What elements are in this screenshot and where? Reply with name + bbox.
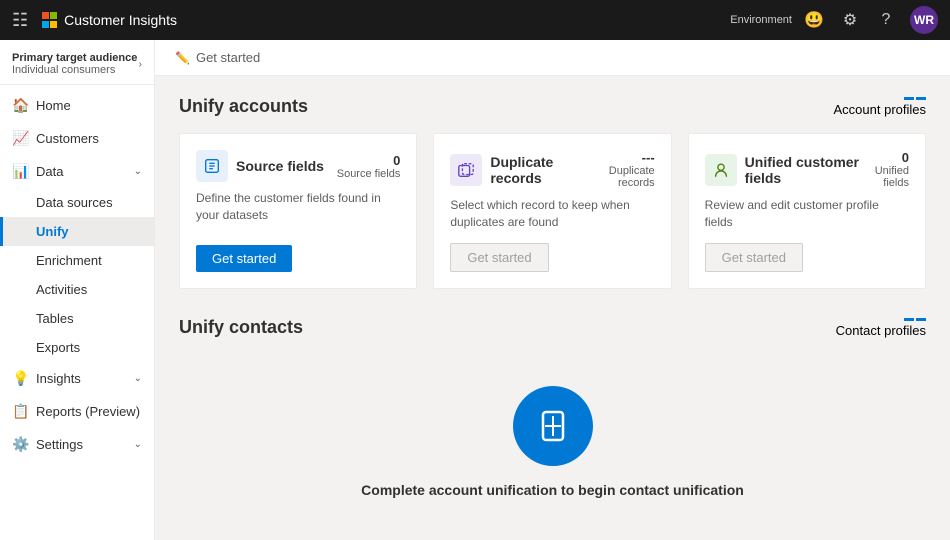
contacts-placeholder: Complete account unification to begin co…	[179, 354, 926, 514]
sidebar-item-label: Data	[36, 164, 126, 179]
sidebar-item-reports[interactable]: 📋 Reports (Preview)	[0, 395, 154, 428]
sidebar-item-label: Insights	[36, 371, 126, 386]
duplicate-records-icon	[450, 154, 482, 186]
source-fields-description: Define the customer fields found in your…	[196, 190, 400, 233]
sidebar-item-label: Settings	[36, 437, 126, 452]
unify-contacts-header: Unify contacts Contact profiles	[179, 317, 926, 338]
breadcrumb-bar: ✏️ Get started	[155, 40, 950, 76]
primary-audience-sub: Individual consumers	[12, 64, 137, 76]
sidebar-item-settings[interactable]: ⚙️ Settings ⌄	[0, 428, 154, 461]
unified-fields-count: 0	[859, 150, 909, 165]
data-sources-label: Data sources	[36, 195, 113, 210]
sidebar-item-customers[interactable]: 📈 Customers	[0, 122, 154, 155]
account-profiles-link[interactable]: Account profiles	[834, 97, 927, 117]
contact-profiles-dashes	[904, 318, 926, 321]
app-name: Customer Insights	[64, 12, 177, 28]
unify-accounts-title: Unify accounts	[179, 96, 308, 117]
source-fields-count: 0	[337, 153, 401, 168]
unified-fields-card: Unified customer fields 0 Unified fields…	[688, 133, 926, 289]
exports-label: Exports	[36, 340, 80, 355]
unified-fields-description: Review and edit customer profile fields	[705, 197, 909, 231]
customers-icon: 📈	[12, 130, 28, 147]
unify-label: Unify	[36, 224, 69, 239]
sidebar-item-label: Customers	[36, 131, 142, 146]
duplicate-records-card: Duplicate records --- Duplicate records …	[433, 133, 671, 289]
main-layout: Primary target audience Individual consu…	[0, 40, 950, 540]
source-fields-icon	[196, 150, 228, 182]
enrichment-label: Enrichment	[36, 253, 102, 268]
topbar-icons: 😃 ⚙ ? WR	[802, 6, 938, 34]
pencil-icon: ✏️	[175, 51, 190, 65]
sidebar-item-data-sources[interactable]: Data sources	[0, 188, 154, 217]
sidebar-item-tables[interactable]: Tables	[0, 304, 154, 333]
account-profiles-dashes	[904, 97, 926, 100]
activities-label: Activities	[36, 282, 87, 297]
duplicate-records-title: Duplicate records	[490, 154, 583, 186]
waffle-menu-icon[interactable]: ☷	[12, 10, 28, 31]
unify-contacts-title: Unify contacts	[179, 317, 303, 338]
primary-audience-chevron-icon: ›	[139, 59, 142, 70]
settings-icon[interactable]: ⚙	[838, 8, 862, 32]
duplicate-records-count-label: Duplicate records	[583, 165, 655, 189]
reports-icon: 📋	[12, 403, 28, 420]
sidebar-item-unify[interactable]: Unify	[0, 217, 154, 246]
main-content: ✏️ Get started Unify accounts Account pr…	[155, 40, 950, 540]
topbar-logo: Customer Insights	[42, 12, 177, 28]
unified-fields-icon	[705, 154, 737, 186]
primary-audience-title: Primary target audience	[12, 52, 137, 64]
source-fields-header: Source fields 0 Source fields	[196, 150, 400, 182]
sidebar-item-enrichment[interactable]: Enrichment	[0, 246, 154, 275]
source-fields-count-label: Source fields	[337, 168, 401, 180]
sidebar-item-label: Home	[36, 98, 142, 113]
notification-icon[interactable]: 😃	[802, 8, 826, 32]
unified-fields-title: Unified customer fields	[745, 154, 859, 186]
sidebar-item-label: Reports (Preview)	[36, 404, 142, 419]
unify-accounts-header: Unify accounts Account profiles	[179, 96, 926, 117]
duplicate-records-description: Select which record to keep when duplica…	[450, 197, 654, 231]
microsoft-logo-icon	[42, 12, 58, 28]
page-content: Unify accounts Account profiles	[155, 76, 950, 534]
data-icon: 📊	[12, 163, 28, 180]
contacts-placeholder-icon	[513, 386, 593, 466]
home-icon: 🏠	[12, 97, 28, 114]
sidebar: Primary target audience Individual consu…	[0, 40, 155, 540]
unified-fields-count-label: Unified fields	[859, 165, 909, 189]
contacts-placeholder-text: Complete account unification to begin co…	[361, 482, 744, 498]
settings-sidebar-icon: ⚙️	[12, 436, 28, 453]
user-avatar[interactable]: WR	[910, 6, 938, 34]
sidebar-item-exports[interactable]: Exports	[0, 333, 154, 362]
sidebar-item-home[interactable]: 🏠 Home	[0, 89, 154, 122]
contact-profiles-link[interactable]: Contact profiles	[836, 318, 926, 338]
settings-chevron-icon: ⌄	[134, 439, 142, 450]
source-fields-get-started-button[interactable]: Get started	[196, 245, 292, 272]
sidebar-item-insights[interactable]: 💡 Insights ⌄	[0, 362, 154, 395]
environment-label: Environment	[730, 14, 792, 26]
breadcrumb: Get started	[196, 50, 260, 65]
data-chevron-icon: ⌄	[134, 166, 142, 177]
insights-icon: 💡	[12, 370, 28, 387]
sidebar-item-data[interactable]: 📊 Data ⌄	[0, 155, 154, 188]
unify-contacts-section: Unify contacts Contact profiles	[179, 317, 926, 514]
unify-accounts-cards: Source fields 0 Source fields Define the…	[179, 133, 926, 289]
topbar: ☷ Customer Insights Environment 😃 ⚙ ? WR	[0, 0, 950, 40]
sidebar-item-activities[interactable]: Activities	[0, 275, 154, 304]
insights-chevron-icon: ⌄	[134, 373, 142, 384]
duplicate-records-header: Duplicate records --- Duplicate records	[450, 150, 654, 189]
primary-audience-section[interactable]: Primary target audience Individual consu…	[0, 44, 154, 85]
duplicate-records-count: ---	[583, 150, 655, 165]
source-fields-title: Source fields	[236, 158, 324, 174]
duplicate-records-get-started-button: Get started	[450, 243, 548, 272]
unified-fields-action: Get started	[705, 243, 909, 272]
contact-profiles-text: Contact profiles	[836, 323, 926, 338]
unified-fields-header: Unified customer fields 0 Unified fields	[705, 150, 909, 189]
account-profiles-text: Account profiles	[834, 102, 927, 117]
source-fields-action: Get started	[196, 245, 400, 272]
help-icon[interactable]: ?	[874, 8, 898, 32]
source-fields-card: Source fields 0 Source fields Define the…	[179, 133, 417, 289]
tables-label: Tables	[36, 311, 74, 326]
unified-fields-get-started-button: Get started	[705, 243, 803, 272]
duplicate-records-action: Get started	[450, 243, 654, 272]
